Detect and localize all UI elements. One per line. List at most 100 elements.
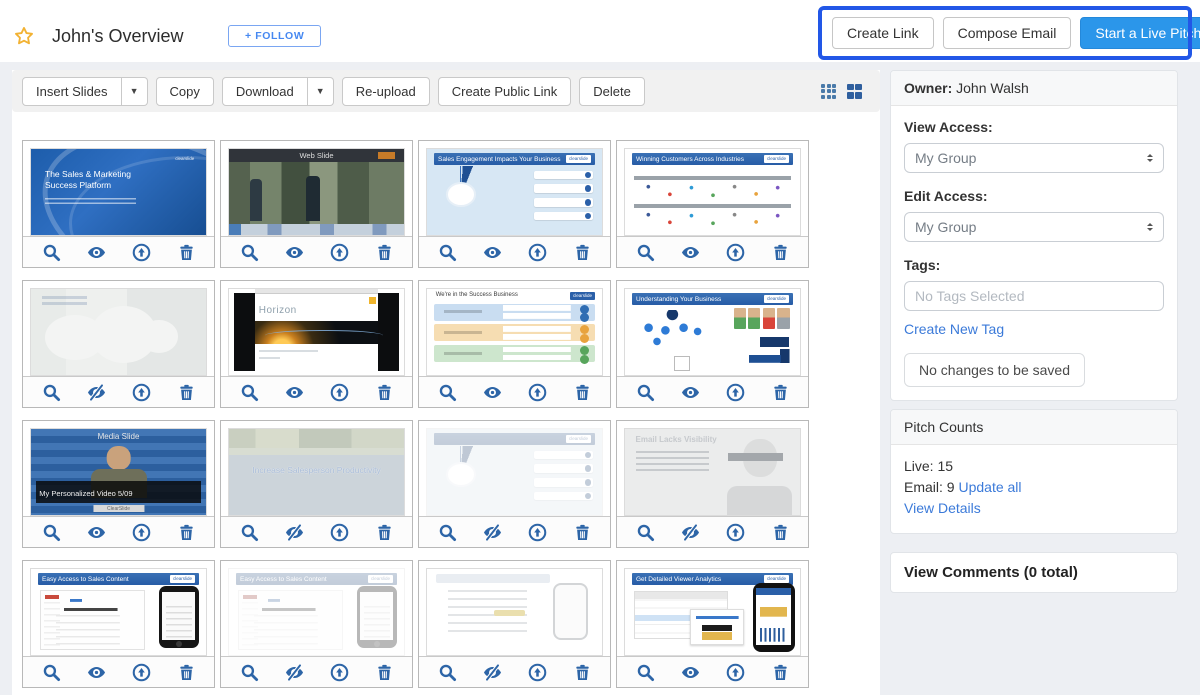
favorite-star-icon[interactable] [13, 25, 35, 47]
slide-reupload-button[interactable] [726, 383, 745, 402]
slide-delete-button[interactable] [771, 663, 790, 682]
delete-button[interactable]: Delete [579, 77, 645, 106]
tags-input[interactable] [904, 281, 1164, 311]
slide-thumbnail[interactable]: Get Detailed Viewer Analyticsclearslide [624, 568, 801, 656]
slide-reupload-button[interactable] [330, 523, 349, 542]
slide-delete-button[interactable] [375, 383, 394, 402]
slide-reupload-button[interactable] [330, 243, 349, 262]
slide-zoom-button[interactable] [636, 383, 655, 402]
small-grid-view-icon[interactable] [821, 84, 836, 99]
insert-slides-button[interactable]: Insert Slides [22, 77, 122, 106]
slide-thumbnail[interactable] [30, 288, 207, 376]
start-live-pitch-button[interactable]: Start a Live Pitch [1080, 17, 1200, 49]
slide-zoom-button[interactable] [438, 243, 457, 262]
create-link-button[interactable]: Create Link [832, 17, 934, 49]
slide-thumbnail[interactable]: Increase Salesperson Productivity [228, 428, 405, 516]
slide-zoom-button[interactable] [42, 383, 61, 402]
slide-delete-button[interactable] [573, 523, 592, 542]
no-changes-button[interactable]: No changes to be saved [904, 353, 1085, 387]
slide-visibility-button[interactable] [87, 523, 106, 542]
slide-thumbnail[interactable]: Easy Access to Sales Contentclearslide [228, 568, 405, 656]
slide-reupload-button[interactable] [132, 523, 151, 542]
slide-thumbnail[interactable]: clearslideThe Sales & Marketing Success … [30, 148, 207, 236]
slide-zoom-button[interactable] [636, 523, 655, 542]
slide-visibility-button[interactable] [681, 383, 700, 402]
slide-zoom-button[interactable] [42, 243, 61, 262]
slide-zoom-button[interactable] [240, 663, 259, 682]
slide-visibility-off-button[interactable] [483, 523, 502, 542]
slide-delete-button[interactable] [573, 383, 592, 402]
slide-thumbnail[interactable]: clearslide [426, 428, 603, 516]
view-access-select[interactable]: My Group [904, 143, 1164, 173]
slide-thumbnail[interactable]: Email Lacks Visibility [624, 428, 801, 516]
download-button[interactable]: Download [222, 77, 308, 106]
slide-reupload-button[interactable] [726, 663, 745, 682]
slide-reupload-button[interactable] [726, 243, 745, 262]
slide-thumbnail[interactable] [426, 568, 603, 656]
slide-visibility-off-button[interactable] [681, 523, 700, 542]
slide-visibility-button[interactable] [285, 383, 304, 402]
slide-reupload-button[interactable] [330, 383, 349, 402]
slide-delete-button[interactable] [771, 523, 790, 542]
reupload-button[interactable]: Re-upload [342, 77, 430, 106]
slide-visibility-button[interactable] [285, 243, 304, 262]
slide-reupload-button[interactable] [528, 243, 547, 262]
slide-delete-button[interactable] [771, 243, 790, 262]
slide-delete-button[interactable] [375, 243, 394, 262]
slide-delete-button[interactable] [573, 663, 592, 682]
slide-visibility-button[interactable] [483, 243, 502, 262]
slide-delete-button[interactable] [177, 383, 196, 402]
slide-thumbnail[interactable]: Media SlideMy Personalized Video 5/09Cle… [30, 428, 207, 516]
insert-slides-caret-button[interactable]: ▼ [122, 77, 148, 106]
create-new-tag-link[interactable]: Create New Tag [904, 321, 1004, 337]
slide-zoom-button[interactable] [240, 383, 259, 402]
create-public-link-button[interactable]: Create Public Link [438, 77, 572, 106]
slide-thumbnail[interactable]: We're in the Success Businessclearslide [426, 288, 603, 376]
slide-zoom-button[interactable] [42, 663, 61, 682]
compose-email-button[interactable]: Compose Email [943, 17, 1072, 49]
slide-thumbnail[interactable]: Web Slide [228, 148, 405, 236]
slide-delete-button[interactable] [771, 383, 790, 402]
slide-visibility-button[interactable] [87, 243, 106, 262]
slide-visibility-button[interactable] [681, 243, 700, 262]
slide-thumbnail[interactable]: Understanding Your Businessclearslide [624, 288, 801, 376]
slide-visibility-button[interactable] [681, 663, 700, 682]
slide-reupload-button[interactable] [132, 383, 151, 402]
slide-zoom-button[interactable] [240, 243, 259, 262]
slide-reupload-button[interactable] [528, 523, 547, 542]
slide-reupload-button[interactable] [132, 243, 151, 262]
slide-visibility-off-button[interactable] [285, 663, 304, 682]
slide-visibility-off-button[interactable] [87, 383, 106, 402]
large-grid-view-icon[interactable] [847, 84, 862, 99]
copy-button[interactable]: Copy [156, 77, 214, 106]
slide-reupload-button[interactable] [132, 663, 151, 682]
slide-reupload-button[interactable] [330, 663, 349, 682]
slide-visibility-off-button[interactable] [483, 663, 502, 682]
update-all-link[interactable]: Update all [958, 477, 1021, 498]
slide-thumbnail[interactable]: Sales Engagement Impacts Your Businesscl… [426, 148, 603, 236]
slide-thumbnail[interactable]: Horizon [228, 288, 405, 376]
slide-delete-button[interactable] [177, 243, 196, 262]
slide-delete-button[interactable] [573, 243, 592, 262]
slide-reupload-button[interactable] [726, 523, 745, 542]
slide-zoom-button[interactable] [42, 523, 61, 542]
edit-access-select[interactable]: My Group [904, 212, 1164, 242]
slide-zoom-button[interactable] [636, 243, 655, 262]
slide-delete-button[interactable] [375, 523, 394, 542]
slide-visibility-button[interactable] [87, 663, 106, 682]
slide-zoom-button[interactable] [438, 523, 457, 542]
slide-visibility-off-button[interactable] [285, 523, 304, 542]
slide-zoom-button[interactable] [636, 663, 655, 682]
slide-delete-button[interactable] [177, 523, 196, 542]
slide-zoom-button[interactable] [438, 383, 457, 402]
slide-zoom-button[interactable] [240, 523, 259, 542]
slide-thumbnail[interactable]: Winning Customers Across Industriesclear… [624, 148, 801, 236]
slide-reupload-button[interactable] [528, 383, 547, 402]
follow-button[interactable]: + FOLLOW [228, 25, 321, 47]
slide-reupload-button[interactable] [528, 663, 547, 682]
download-caret-button[interactable]: ▼ [308, 77, 334, 106]
slide-visibility-button[interactable] [483, 383, 502, 402]
slide-delete-button[interactable] [177, 663, 196, 682]
slide-zoom-button[interactable] [438, 663, 457, 682]
slide-thumbnail[interactable]: Easy Access to Sales Contentclearslide [30, 568, 207, 656]
